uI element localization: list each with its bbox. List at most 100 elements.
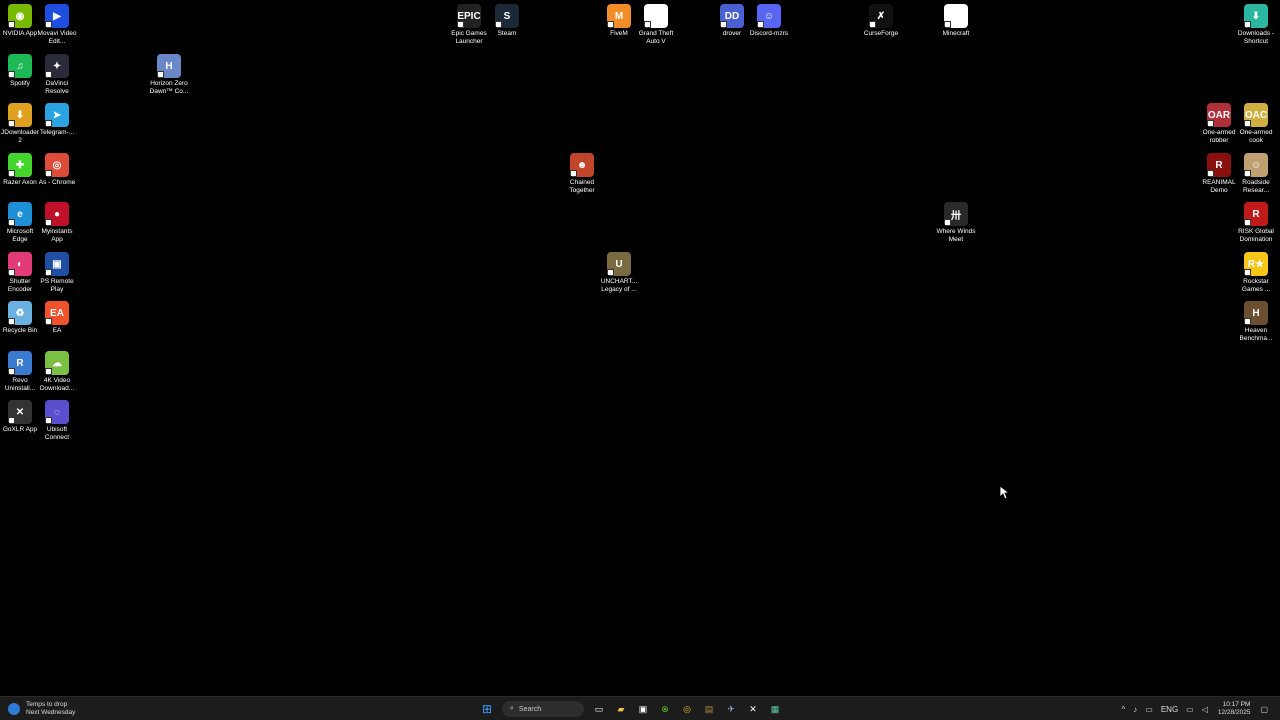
desktop-icon-label: 4K Video Download... [39, 377, 75, 392]
desktop-icon-roadside-resear[interactable]: ☺ Roadside Resear... [1236, 153, 1276, 194]
curseforge-glyph: ✗ [876, 10, 886, 22]
reanimal-demo-icon: R [1207, 153, 1231, 177]
device-icon[interactable]: ▭ [1145, 705, 1153, 714]
desktop-icon-horizon-zero-dawn-co[interactable]: H Horizon Zero Dawn™ Co... [149, 54, 189, 95]
store-icon[interactable]: ▣ [634, 700, 652, 718]
desktop-icon-label: Spotify [10, 80, 30, 87]
desktop-icon-davinci-resolve[interactable]: ✦ DaVinci Resolve [37, 54, 77, 95]
network-icon[interactable]: ▭ [1186, 705, 1194, 714]
search-placeholder: Search [518, 705, 542, 713]
desktop-icon-recycle-bin[interactable]: ♻ Recycle Bin [0, 301, 40, 335]
desktop-icon-label: Recycle Bin [2, 327, 38, 334]
mouse-cursor [1000, 486, 1010, 500]
microphone-icon[interactable]: ♪ [1133, 705, 1137, 714]
shortcut-arrow-icon [8, 368, 15, 375]
desktop-icon-as-chrome[interactable]: ◎ As - Chrome [37, 153, 77, 187]
clock-date: 12/28/2025 [1217, 709, 1251, 716]
goxlr-app-icon: ✕ [8, 400, 32, 424]
desktop-icon-ubisoft-connect[interactable]: ◌ Ubisoft Connect [37, 400, 77, 441]
desktop-icon-label: EA [52, 327, 62, 334]
microsoft-edge-icon: e [8, 202, 32, 226]
desktop-icon-microsoft-edge[interactable]: e Microsoft Edge [0, 202, 40, 243]
desktop-icon-spotify[interactable]: ♫ Spotify [0, 54, 40, 88]
reanimal-demo-glyph: R [1215, 159, 1223, 171]
roadside-resear-glyph: ☺ [1250, 159, 1262, 171]
rockstar-games-glyph: R★ [1247, 258, 1265, 270]
telegram-glyph: ➤ [52, 109, 62, 121]
horizon-zero-dawn-co-icon: H [157, 54, 181, 78]
razer-axon-glyph: ✚ [15, 159, 25, 171]
chrome-icon[interactable]: ◎ [678, 700, 696, 718]
desktop-icon-label: Horizon Zero Dawn™ Co... [149, 80, 189, 95]
desktop-icon-heaven-benchma[interactable]: H Heaven Benchma... [1236, 301, 1276, 342]
desktop-icon-shutter-encoder[interactable]: ◐ Shutter Encoder [0, 252, 40, 293]
ea-glyph: EA [50, 307, 64, 319]
desktop-icon-label: NVIDIA App [2, 30, 38, 37]
search-box[interactable]: ⌕ Search [502, 701, 584, 717]
shortcut-arrow-icon [45, 170, 52, 177]
desktop-icon-fivem[interactable]: M FiveM [599, 4, 639, 38]
weather-widget[interactable]: Temps to drop Next Wednesday [8, 701, 75, 716]
shortcut-arrow-icon [45, 269, 52, 276]
4k-video-download-icon: ☁ [45, 351, 69, 375]
desktop-icon-label: Epic Games Launcher [451, 30, 487, 45]
goxlr-icon[interactable]: ✕ [744, 700, 762, 718]
shortcut-arrow-icon [45, 71, 52, 78]
desktop-icon-one-armed-cook[interactable]: OAC One-armed cook [1236, 103, 1276, 144]
where-winds-meet-icon: 卅 [944, 202, 968, 226]
desktop-icon-razer-axon[interactable]: ✚ Razer Axon [0, 153, 40, 187]
desktop-icon-goxlr-app[interactable]: ✕ GoXLR App [0, 400, 40, 434]
app-icon[interactable]: ▤ [700, 700, 718, 718]
active-app-icon[interactable]: ▦ [766, 700, 784, 718]
desktop-icon-label: Ubisoft Connect [44, 426, 70, 441]
steam-icon[interactable]: ✈ [722, 700, 740, 718]
desktop-icon-label: Chained Together [569, 179, 595, 194]
desktop-icon-rockstar-games[interactable]: R★ Rockstar Games ... [1236, 252, 1276, 293]
desktop-icon-unchart-legacy-of[interactable]: U UNCHART... Legacy of ... [599, 252, 639, 293]
desktop-icon-discord-mzrs[interactable]: ☺ Discord-mzrs [749, 4, 789, 38]
shortcut-arrow-icon [1244, 120, 1251, 127]
desktop-icon-chained-together[interactable]: ☻ Chained Together [562, 153, 602, 194]
shortcut-arrow-icon [607, 269, 614, 276]
xbox-icon[interactable]: ⊗ [656, 700, 674, 718]
desktop-icon-one-armed-robber[interactable]: OAR One-armed robber [1199, 103, 1239, 144]
desktop-icon-movavi-video-edit[interactable]: ▶ Movavi Video Edit... [37, 4, 77, 45]
desktop-icon-epic-games-launcher[interactable]: EPIC Epic Games Launcher [449, 4, 489, 45]
desktop-icon-telegram[interactable]: ➤ Telegram-... [37, 103, 77, 137]
desktop-icon-downloads-shortcut[interactable]: ⬇ Downloads - Shortcut [1236, 4, 1276, 45]
desktop-icon-4k-video-download[interactable]: ☁ 4K Video Download... [37, 351, 77, 392]
desktop-icon-ps-remote-play[interactable]: ▣ PS Remote Play [37, 252, 77, 293]
shutter-encoder-icon: ◐ [8, 252, 32, 276]
start-button[interactable]: ⊞ [478, 700, 496, 718]
notification-icon[interactable]: ▢ [1260, 705, 1268, 714]
shortcut-arrow-icon [8, 120, 15, 127]
desktop-icon-minecraft[interactable]: Minecraft [936, 4, 976, 38]
desktop-icon-label: FiveM [610, 30, 628, 37]
language-indicator[interactable]: ENG [1161, 705, 1178, 714]
clock[interactable]: 10:17 PM 12/28/2025 [1218, 701, 1251, 717]
desktop-icon-risk-global-domination[interactable]: R RISK Global Domination [1236, 202, 1276, 243]
davinci-resolve-glyph: ✦ [52, 60, 62, 72]
desktop-icon-myinstants-app[interactable]: ● Myinstants App [37, 202, 77, 243]
desktop-icon-reanimal-demo[interactable]: R REANIMAL Demo [1199, 153, 1239, 194]
risk-global-domination-icon: R [1244, 202, 1268, 226]
shortcut-arrow-icon [45, 120, 52, 127]
desktop-icon-revo-uninstall[interactable]: R Revo Uninstall... [0, 351, 40, 392]
desktop-icon-curseforge[interactable]: ✗ CurseForge [861, 4, 901, 38]
desktop-icon-label: RISK Global Domination [1238, 228, 1274, 243]
file-explorer-icon[interactable]: ▰ [612, 700, 630, 718]
desktop-icon-ea[interactable]: EA EA [37, 301, 77, 335]
chevron-up-icon[interactable]: ^ [1122, 705, 1126, 714]
desktop-icon-jdownloader-2[interactable]: ⬇ JDownloader 2 [0, 103, 40, 144]
desktop-icon-where-winds-meet[interactable]: 卅 Where Winds Meet [936, 202, 976, 243]
4k-video-download-glyph: ☁ [52, 357, 62, 369]
desktop-icon-drover[interactable]: DD drover [712, 4, 752, 38]
desktop-icon-steam[interactable]: S Steam [487, 4, 527, 38]
taskbar: Temps to drop Next Wednesday ⊞ ⌕ Search … [0, 696, 1280, 720]
taskview-icon[interactable]: ▭ [590, 700, 608, 718]
desktop-icon-grand-theft-auto-v[interactable]: Grand Theft Auto V [636, 4, 676, 45]
desktop-icon-nvidia-app[interactable]: ◉ NVIDIA App [0, 4, 40, 38]
desktop-icon-label: GoXLR App [2, 426, 38, 433]
desktop-icon-label: Myinstants App [41, 228, 73, 243]
volume-icon[interactable]: ◁ [1202, 705, 1208, 714]
